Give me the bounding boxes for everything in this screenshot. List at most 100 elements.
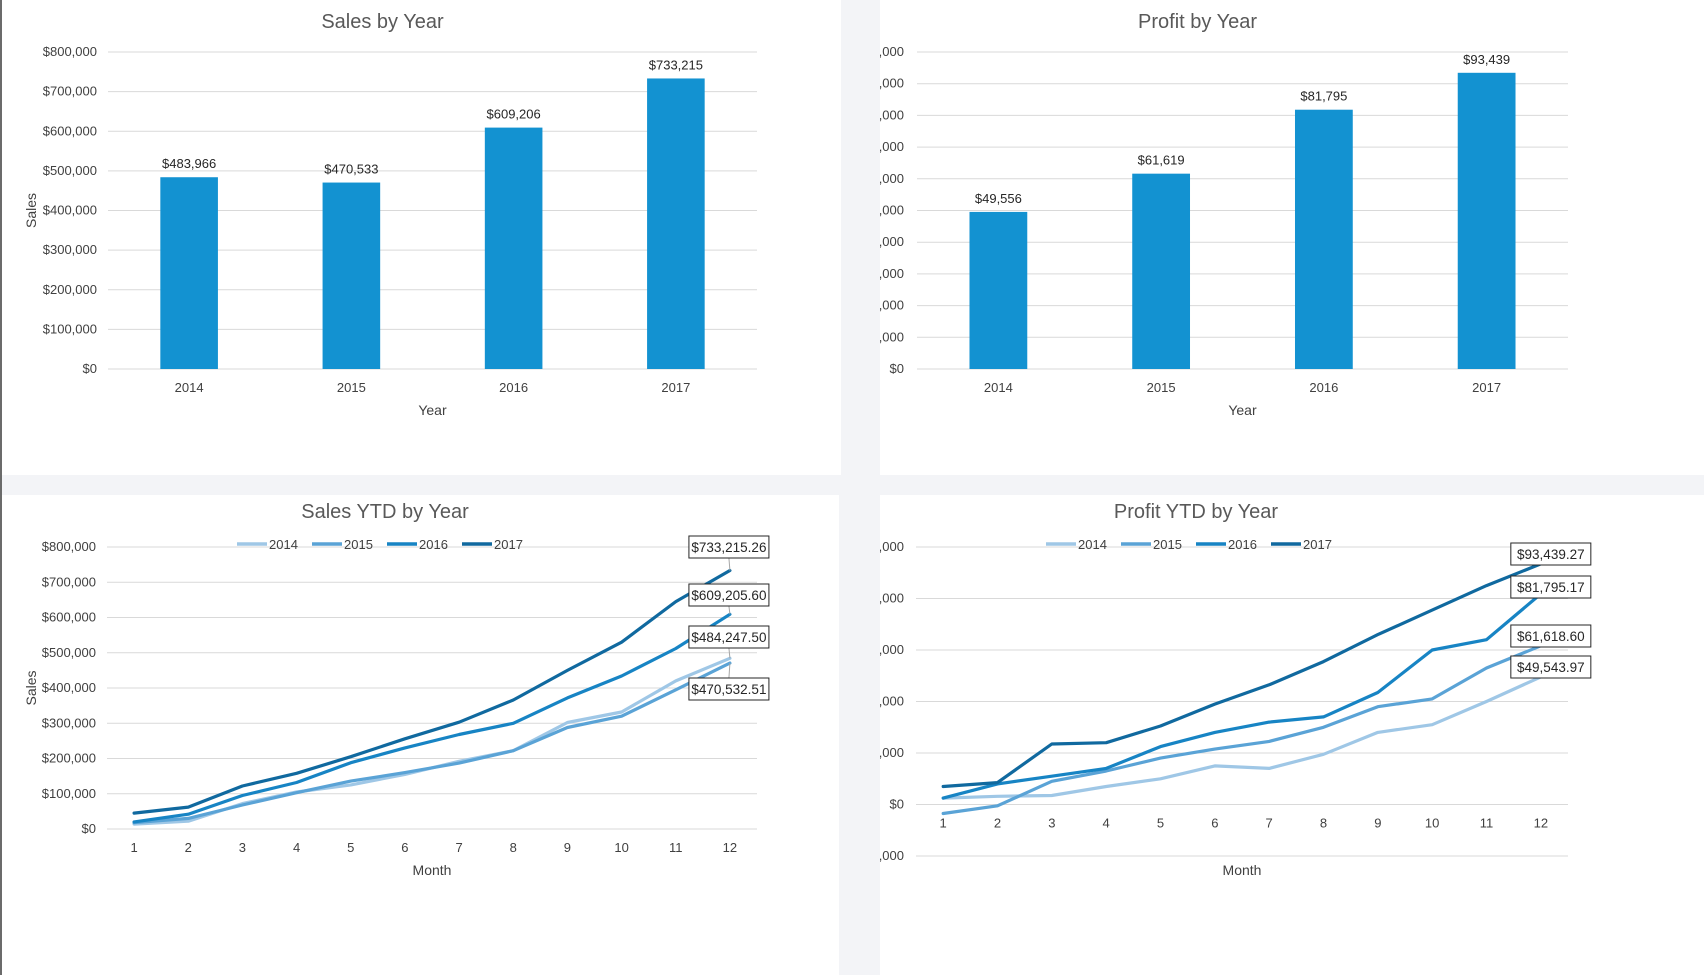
chart-title: Profit YTD by Year <box>1114 501 1279 523</box>
bar <box>1457 72 1516 369</box>
bar-data-label: $93,439 <box>1463 52 1510 67</box>
callout-label: $49,543.97 <box>1517 660 1585 675</box>
x-tick-label: 5 <box>347 840 354 855</box>
callout-label: $733,215.26 <box>691 540 766 555</box>
profit-ytd-by-year-svg: Profit YTD by Year -$20,000 $0 $20,000 $40,0… <box>880 501 1592 878</box>
x-axis-title: Month <box>1223 862 1262 878</box>
legend-label: 2017 <box>1303 537 1332 552</box>
y-tick-label: $40,000 <box>880 694 904 709</box>
x-tick-label: 11 <box>669 840 683 855</box>
bar <box>1294 109 1353 370</box>
x-tick-label: 2016 <box>499 380 528 395</box>
y-tick-label: $400,000 <box>43 203 97 218</box>
bar <box>484 127 543 370</box>
legend-label: 2014 <box>1078 537 1107 552</box>
x-tick-label: 5 <box>1157 816 1164 831</box>
x-tick-label: 7 <box>455 840 462 855</box>
x-tick-label: 10 <box>1425 816 1439 831</box>
y-tick-label: $200,000 <box>42 751 96 766</box>
legend-label: 2017 <box>494 537 523 552</box>
bar-data-label: $483,966 <box>162 156 216 171</box>
x-tick-label: 2017 <box>1472 380 1501 395</box>
bar-data-label: $81,795 <box>1300 89 1347 104</box>
x-tick-label: 6 <box>1211 816 1218 831</box>
y-tick-label: $10,000 <box>880 329 904 344</box>
legend-label: 2015 <box>1153 537 1182 552</box>
y-tick-label: $20,000 <box>880 298 904 313</box>
callout-label: $81,795.17 <box>1517 580 1585 595</box>
x-tick-label: 2015 <box>1147 380 1176 395</box>
y-tick-label: $20,000 <box>880 745 904 760</box>
legend-label: 2016 <box>1228 537 1257 552</box>
x-tick-label: 8 <box>1320 816 1327 831</box>
x-tick-label: 4 <box>1103 816 1110 831</box>
bar-data-label: $49,556 <box>975 191 1022 206</box>
profit-by-year-svg: Profit by Year $0 $10,000 $20,000 $30,000 $40… <box>880 11 1568 418</box>
x-axis-title: Month <box>413 862 452 878</box>
series-line-2017 <box>132 568 732 815</box>
y-tick-label: $100,000 <box>880 44 904 59</box>
x-tick-label: 11 <box>1480 816 1494 831</box>
callout-leader <box>728 647 731 659</box>
y-tick-label: $600,000 <box>43 123 97 138</box>
x-tick-label: 2 <box>185 840 192 855</box>
x-tick-label: 2015 <box>337 380 366 395</box>
y-tick-label: $80,000 <box>880 591 904 606</box>
callout-label: $484,247.50 <box>691 630 766 645</box>
y-tick-label: $40,000 <box>880 234 904 249</box>
profit-ytd-by-year-chart[interactable]: Profit YTD by Year -$20,000 $0 $20,000 $40,0… <box>880 495 1704 975</box>
y-tick-label: $400,000 <box>42 680 96 695</box>
sales-by-year-chart[interactable]: Sales by Year $0 $100,000 $200,000 $300,000 $… <box>2 0 841 475</box>
x-axis-title: Year <box>418 402 447 418</box>
sales-ytd-by-year-svg: Sales YTD by Year $0 $100,000 $200,000 $300,… <box>23 501 770 878</box>
y-tick-label: $700,000 <box>42 574 96 589</box>
y-tick-label: $0 <box>83 361 97 376</box>
x-tick-label: 6 <box>401 840 408 855</box>
bar-data-label: $609,206 <box>487 107 541 122</box>
sales-ytd-by-year-chart[interactable]: Sales YTD by Year $0 $100,000 $200,000 $300,… <box>2 495 839 975</box>
y-tick-label: $30,000 <box>880 266 904 281</box>
y-tick-label: $500,000 <box>43 163 97 178</box>
y-tick-label: $300,000 <box>42 715 96 730</box>
y-tick-label: $600,000 <box>42 610 96 625</box>
bar <box>969 211 1028 369</box>
x-axis-title: Year <box>1228 402 1257 418</box>
x-tick-label: 2017 <box>661 380 690 395</box>
series-line-2015 <box>132 661 732 825</box>
y-tick-label: $60,000 <box>880 642 904 657</box>
bar <box>160 177 218 369</box>
bar <box>322 182 381 369</box>
y-tick-label: $100,000 <box>42 786 96 801</box>
y-tick-label: $0 <box>82 821 96 836</box>
x-tick-label: 8 <box>510 840 517 855</box>
bar-data-label: $61,619 <box>1138 153 1185 168</box>
x-tick-label: 3 <box>239 840 246 855</box>
series-line-2016 <box>132 612 732 824</box>
y-tick-label: $80,000 <box>880 107 904 122</box>
x-tick-label: 2014 <box>175 380 204 395</box>
y-tick-label: $700,000 <box>43 84 97 99</box>
x-tick-label: 2 <box>994 816 1001 831</box>
x-tick-label: 4 <box>293 840 300 855</box>
y-tick-label: $100,000 <box>43 321 97 336</box>
x-tick-label: 1 <box>130 840 137 855</box>
x-tick-label: 7 <box>1266 816 1273 831</box>
y-axis-title: Sales <box>23 193 39 228</box>
x-tick-label: 2016 <box>1309 380 1338 395</box>
bar <box>1132 173 1191 369</box>
y-tick-label: $500,000 <box>42 645 96 660</box>
legend-label: 2016 <box>419 537 448 552</box>
x-tick-label: 2014 <box>984 380 1013 395</box>
callout-label: $61,618.60 <box>1517 629 1585 644</box>
y-axis-title: Sales <box>23 670 39 705</box>
series-line-2015 <box>941 644 1543 816</box>
y-tick-label: -$20,000 <box>880 848 904 863</box>
x-tick-label: 1 <box>940 816 947 831</box>
callout-leader <box>728 663 731 679</box>
y-tick-label: $70,000 <box>880 139 904 154</box>
chart-title: Profit by Year <box>1138 11 1257 33</box>
profit-by-year-chart[interactable]: Profit by Year $0 $10,000 $20,000 $30,000 $40… <box>880 0 1704 475</box>
x-tick-label: 9 <box>1374 816 1381 831</box>
legend-label: 2015 <box>344 537 373 552</box>
x-tick-label: 10 <box>614 840 628 855</box>
